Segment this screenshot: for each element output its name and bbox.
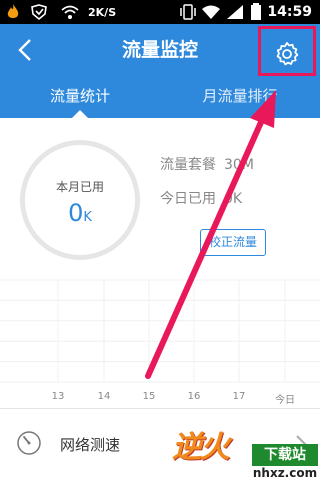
annotation-arrow bbox=[145, 90, 276, 379]
